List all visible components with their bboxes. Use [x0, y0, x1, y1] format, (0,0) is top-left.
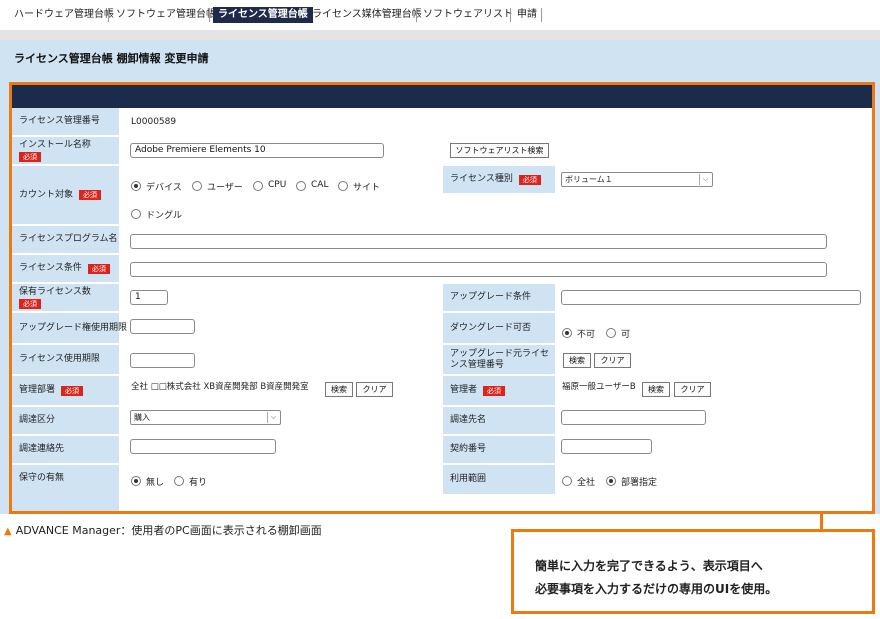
callout-line-2: 必要事項を入力するだけの専用のUIを使用。 — [535, 582, 778, 596]
highlight-frame — [9, 82, 875, 514]
nav-software-list[interactable]: ソフトウェアリスト — [423, 7, 513, 23]
figure-caption: ▲ ADVANCE Manager：使用者のPC画面に表示される棚卸画面 — [4, 522, 322, 538]
header-divider-bar — [0, 30, 880, 40]
nav-license-ledger[interactable]: ライセンス管理台帳 — [213, 7, 313, 23]
top-navigation: ハードウェア管理台帳 ソフトウェア管理台帳 ライセンス管理台帳 ライセンス媒体管… — [0, 0, 880, 30]
nav-license-media-ledger[interactable]: ライセンス媒体管理台帳 — [312, 7, 422, 23]
nav-divider — [541, 8, 542, 22]
triangle-icon: ▲ — [4, 526, 12, 537]
nav-hardware-ledger[interactable]: ハードウェア管理台帳 — [14, 7, 114, 23]
caption-text: ADVANCE Manager：使用者のPC画面に表示される棚卸画面 — [15, 524, 322, 537]
nav-divider — [510, 8, 511, 22]
nav-divider — [209, 8, 210, 22]
nav-software-ledger[interactable]: ソフトウェア管理台帳 — [116, 7, 216, 23]
page-title: ライセンス管理台帳 棚卸情報 変更申請 — [14, 52, 209, 65]
callout-line-1: 簡単に入力を完了できるよう、表示項目へ — [535, 559, 763, 573]
nav-divider — [416, 8, 417, 22]
page-title-bar: ライセンス管理台帳 棚卸情報 変更申請 — [0, 40, 880, 74]
nav-application[interactable]: 申請 — [517, 7, 537, 23]
callout-box: 簡単に入力を完了できるよう、表示項目へ 必要事項を入力するだけの専用のUIを使用… — [511, 529, 875, 614]
nav-divider — [108, 8, 109, 22]
